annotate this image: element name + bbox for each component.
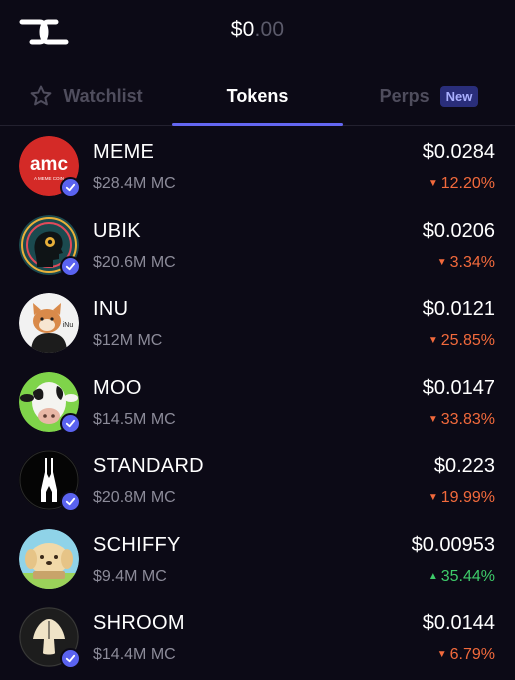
token-change: ▼ 6.79%	[437, 646, 495, 664]
token-change: ▼ 33.83%	[428, 411, 495, 429]
token-market-cap: $28.4M MC	[93, 175, 176, 192]
token-name: INU	[93, 298, 129, 320]
token-price: $0.223	[433, 455, 495, 477]
token-row-standard[interactable]: STANDARD $20.8M MC $0.223 ▼ 19.99%	[0, 441, 515, 520]
down-arrow-icon: ▼	[427, 335, 438, 346]
balance-main: $0	[230, 18, 255, 41]
token-change: ▲ 35.44%	[428, 568, 495, 586]
token-row-ubik[interactable]: UBIK $20.6M MC $0.0206 ▼ 3.34%	[0, 206, 515, 285]
balance-cents: .00	[254, 18, 285, 41]
token-change: ▼ 19.99%	[428, 489, 495, 507]
token-market-cap: $12M MC	[93, 332, 163, 349]
token-market-cap: $20.8M MC	[93, 489, 176, 506]
token-change-value: 12.20%	[440, 175, 495, 192]
token-row-moo[interactable]: MOO $14.5M MC $0.0147 ▼ 33.83%	[0, 363, 515, 442]
tab-tokens-label: Tokens	[226, 85, 289, 106]
token-change-value: 33.83%	[440, 410, 495, 428]
down-arrow-icon: ▼	[427, 178, 438, 189]
token-name: SCHIFFY	[93, 533, 181, 556]
tab-perps[interactable]: Perps New	[343, 66, 515, 126]
schiffy-dog-icon	[19, 528, 79, 589]
token-name: MOO	[93, 376, 142, 399]
down-arrow-icon: ▼	[436, 649, 447, 660]
token-avatar	[19, 607, 81, 669]
token-name: MEME	[93, 141, 155, 163]
top-bar: $0.00	[0, 0, 515, 66]
verified-check-icon	[60, 412, 81, 434]
token-price: $0.0206	[422, 219, 495, 242]
tab-perps-label: Perps	[379, 85, 430, 106]
token-price: $0.0284	[422, 141, 495, 163]
token-row-inu[interactable]: iNu INU $12M MC $0.0121 ▼ 25.85%	[0, 284, 515, 363]
token-change-value: 6.79%	[449, 646, 495, 663]
token-row-schiffy[interactable]: SCHIFFY $9.4M MC $0.00953 ▲ 35.44%	[0, 520, 515, 599]
amc-logo-text: amc	[30, 154, 68, 175]
verified-check-icon	[60, 491, 81, 512]
amc-logo-subtext: A MEME COIN	[34, 176, 64, 181]
verified-check-icon	[60, 648, 81, 669]
token-market-cap: $20.6M MC	[93, 253, 176, 271]
token-change-value: 3.34%	[449, 253, 495, 271]
token-name: SHROOM	[93, 612, 185, 634]
token-change: ▼ 12.20%	[428, 175, 495, 193]
down-arrow-icon: ▼	[427, 413, 438, 425]
token-avatar	[19, 371, 81, 434]
token-change-value: 35.44%	[440, 567, 495, 585]
token-change-value: 19.99%	[440, 489, 495, 506]
token-avatar	[19, 528, 79, 589]
active-tab-indicator	[172, 123, 343, 126]
inu-dog-icon: iNu	[19, 293, 79, 353]
token-avatar	[19, 450, 81, 512]
star-icon	[30, 85, 52, 106]
token-avatar: iNu	[19, 293, 79, 353]
token-market-cap: $9.4M MC	[93, 567, 167, 585]
tab-tokens[interactable]: Tokens	[172, 66, 343, 126]
token-row-shroom[interactable]: SHROOM $14.4M MC $0.0144 ▼ 6.79%	[0, 598, 515, 677]
token-change-value: 25.85%	[440, 332, 495, 349]
token-avatar	[19, 214, 81, 277]
token-list: amc A MEME COIN MEME $28.4M MC $0.0284 ▼…	[0, 127, 515, 677]
token-price: $0.0147	[422, 376, 495, 399]
tab-watchlist[interactable]: Watchlist	[0, 66, 172, 126]
new-badge: New	[439, 85, 479, 107]
token-price: $0.00953	[411, 533, 495, 556]
token-price: $0.0121	[422, 298, 495, 320]
tab-watchlist-label: Watchlist	[63, 85, 143, 106]
token-price: $0.0144	[422, 612, 495, 634]
token-avatar: amc A MEME COIN	[19, 136, 81, 198]
token-name: STANDARD	[93, 455, 204, 477]
tab-bar: Watchlist Tokens Perps New	[0, 66, 515, 126]
token-market-cap: $14.5M MC	[93, 410, 176, 428]
down-arrow-icon: ▼	[427, 492, 438, 503]
balance-display: $0.00	[0, 18, 515, 42]
down-arrow-icon: ▼	[436, 256, 447, 268]
verified-check-icon	[60, 255, 81, 277]
inu-logo-text: iNu	[63, 322, 74, 329]
token-market-cap: $14.4M MC	[93, 646, 176, 663]
up-arrow-icon: ▲	[427, 570, 438, 582]
token-row-meme[interactable]: amc A MEME COIN MEME $28.4M MC $0.0284 ▼…	[0, 127, 515, 206]
token-name: UBIK	[93, 219, 141, 242]
token-change: ▼ 25.85%	[428, 332, 495, 350]
token-change: ▼ 3.34%	[437, 254, 495, 272]
verified-check-icon	[60, 177, 81, 198]
